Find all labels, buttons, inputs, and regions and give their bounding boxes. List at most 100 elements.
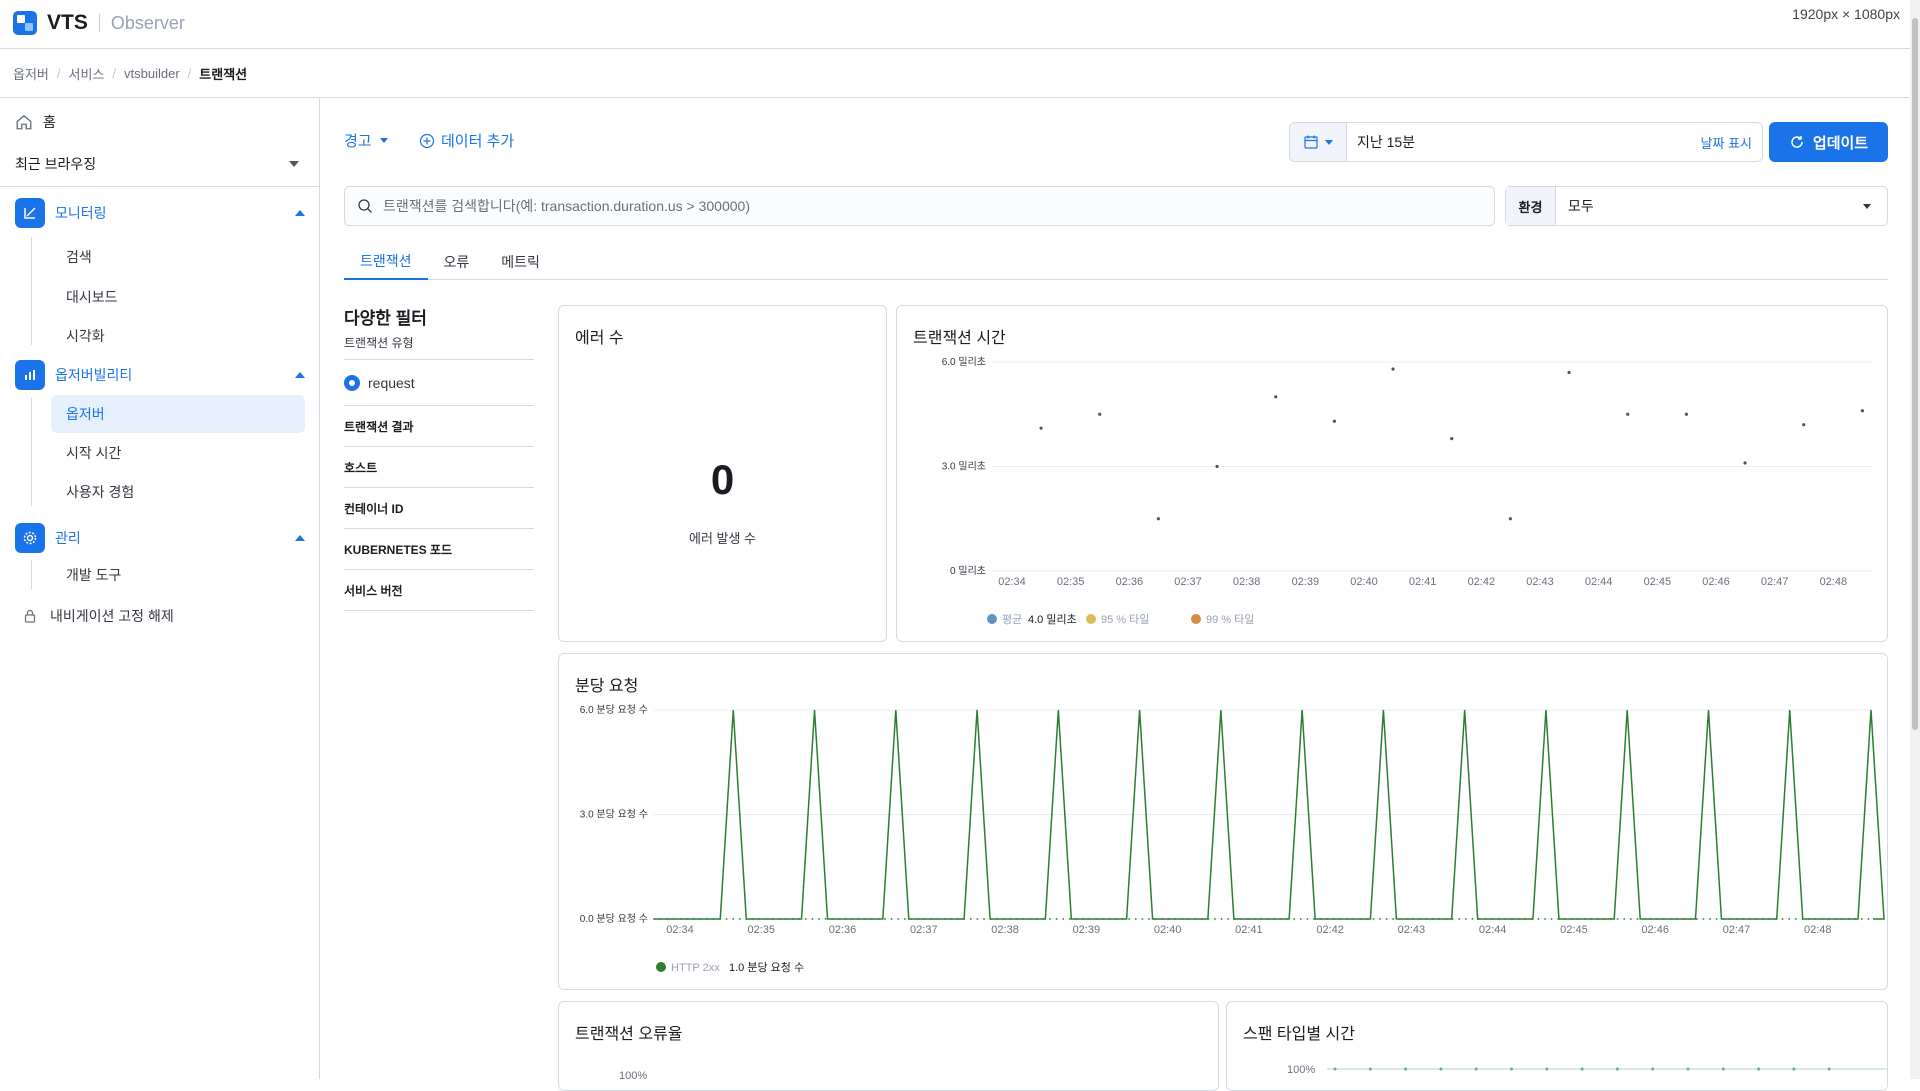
update-button[interactable]: 업데이트 — [1769, 122, 1888, 162]
x-tick-label: 02:45 — [1644, 576, 1672, 588]
baseline-point — [996, 918, 999, 920]
baseline-point — [1517, 918, 1520, 920]
main-content: 경고 데이터 추가 지난 15분 날짜 표시 업데이트 트랜잭션를 검색합니다(… — [344, 98, 1888, 1091]
sidebar-group-monitoring[interactable]: 모니터링 — [15, 197, 305, 229]
sidebar-item-dev-tools[interactable]: 개발 도구 — [51, 556, 305, 594]
tab-bar: 트랜잭션 오류 메트릭 — [344, 244, 1888, 280]
baseline-point — [1808, 918, 1810, 920]
baseline-point — [897, 918, 900, 920]
transaction-type-label: 트랜잭션 유형 — [344, 334, 534, 360]
x-tick-label: 02:38 — [991, 924, 1019, 936]
sidebar-group-observability[interactable]: 옵저버빌리티 — [15, 359, 305, 391]
baseline-point — [989, 918, 992, 920]
baseline-point — [659, 918, 662, 920]
tab-transactions[interactable]: 트랜잭션 — [344, 244, 428, 280]
legend-value: 4.0 밀리초 — [1028, 613, 1077, 626]
tab-errors[interactable]: 오류 — [428, 244, 486, 280]
baseline-point — [1134, 918, 1137, 920]
x-tick-label: 02:44 — [1479, 924, 1507, 936]
baseline-point — [1009, 918, 1012, 920]
quick-select-button[interactable] — [1290, 123, 1347, 161]
x-tick-label: 02:42 — [1468, 576, 1496, 588]
baseline-point — [1154, 918, 1157, 920]
sidebar-group-label: 모니터링 — [55, 205, 107, 221]
tab-metrics[interactable]: 메트릭 — [485, 244, 556, 280]
show-dates-link[interactable]: 날짜 표시 — [1701, 133, 1762, 152]
sidebar-item-home[interactable]: 홈 — [15, 112, 56, 132]
unpin-label: 내비게이션 고정 해제 — [50, 608, 174, 624]
sidebar-item-search[interactable]: 검색 — [51, 238, 305, 276]
x-tick-label: 02:35 — [748, 924, 776, 936]
add-data-button[interactable]: 데이터 추가 — [419, 130, 514, 151]
unpin-navigation-button[interactable]: 내비게이션 고정 해제 — [22, 606, 174, 626]
breadcrumb-item[interactable]: vtsbuilder — [124, 66, 180, 81]
baseline-point — [725, 918, 728, 920]
sidebar: 홈 최근 브라우징 모니터링 검색 대시보드 시각화 옵저버빌리티 옵저버 시작… — [0, 98, 320, 1079]
data-point — [1332, 419, 1336, 423]
baseline-point — [1029, 918, 1032, 920]
baseline-point — [1022, 918, 1025, 920]
baseline-point — [1379, 918, 1381, 920]
baseline-point — [1524, 918, 1527, 920]
filter-container-id[interactable]: 컨테이너 ID — [344, 488, 534, 529]
baseline-point — [917, 918, 919, 920]
x-tick-label: 02:40 — [1154, 924, 1182, 936]
data-point — [1039, 426, 1043, 430]
x-tick-label: 02:41 — [1409, 576, 1437, 588]
baseline-point — [930, 918, 933, 920]
baseline-point — [758, 918, 761, 920]
baseline-point — [1214, 918, 1216, 920]
scrollbar-thumb[interactable] — [1912, 18, 1918, 730]
y-tick-label: 6.0 밀리초 — [942, 356, 986, 368]
data-point — [1567, 370, 1571, 375]
baseline-point — [1200, 918, 1203, 920]
sidebar-item-startup-time[interactable]: 시작 시간 — [51, 434, 305, 472]
baseline-point — [719, 918, 721, 920]
baseline-point — [1689, 918, 1692, 920]
environment-select[interactable]: 환경 모두 — [1505, 186, 1888, 226]
baseline-point — [811, 918, 814, 920]
filter-panel: 다양한 필터 트랜잭션 유형 request 트랜잭션 결과 호스트 컨테이너 … — [344, 304, 534, 611]
sidebar-item-visualize[interactable]: 시각화 — [51, 317, 305, 355]
sidebar-group-management[interactable]: 관리 — [15, 522, 305, 554]
baseline-point — [1768, 918, 1771, 920]
recent-browsing-toggle[interactable]: 최근 브라우징 — [0, 142, 319, 187]
baseline-point — [1016, 918, 1018, 920]
chevron-up-icon — [295, 210, 305, 216]
error-count-caption: 에러 발생 수 — [688, 531, 757, 546]
time-range-field[interactable]: 지난 15분 — [1347, 132, 1701, 152]
baseline-point — [1781, 918, 1784, 920]
legend-marker — [656, 962, 666, 972]
sidebar-item-dashboard[interactable]: 대시보드 — [51, 278, 305, 316]
x-tick-label: 02:34 — [998, 576, 1026, 588]
breadcrumb-item[interactable]: 옵저버 — [13, 64, 49, 83]
baseline-point — [1610, 918, 1612, 920]
baseline-point — [752, 918, 754, 920]
baseline-point — [1075, 918, 1078, 920]
search-input[interactable]: 트랜잭션를 검색합니다(예: transaction.duration.us >… — [344, 186, 1495, 226]
logo[interactable]: VTS Observer — [13, 11, 185, 35]
sidebar-item-user-experience[interactable]: 사용자 경험 — [51, 473, 305, 511]
sidebar-item-observer[interactable]: 옵저버 — [51, 395, 305, 433]
chevron-down-icon — [379, 138, 388, 143]
tree-line — [31, 398, 32, 506]
baseline-point — [798, 918, 801, 920]
baseline-point — [745, 918, 748, 920]
filter-service-version[interactable]: 서비스 버전 — [344, 570, 534, 611]
baseline-point — [1240, 918, 1243, 920]
baseline-point — [818, 918, 820, 920]
baseline-point — [1471, 918, 1474, 920]
baseline-point — [877, 918, 880, 920]
x-tick-label: 02:39 — [1073, 924, 1101, 936]
breadcrumb-item[interactable]: 서비스 — [69, 64, 105, 83]
filter-host[interactable]: 호스트 — [344, 447, 534, 488]
radio-icon — [344, 374, 360, 391]
baseline-point — [1669, 918, 1672, 920]
transaction-type-radio[interactable]: request — [344, 360, 534, 406]
baseline-point — [903, 918, 906, 920]
filter-transaction-result[interactable]: 트랜잭션 결과 — [344, 406, 534, 447]
baseline-point — [1748, 918, 1751, 920]
page-scrollbar[interactable] — [1910, 0, 1920, 1079]
filter-kubernetes-pod[interactable]: KUBERNETES 포드 — [344, 529, 534, 570]
alerts-menu-button[interactable]: 경고 — [344, 130, 388, 151]
